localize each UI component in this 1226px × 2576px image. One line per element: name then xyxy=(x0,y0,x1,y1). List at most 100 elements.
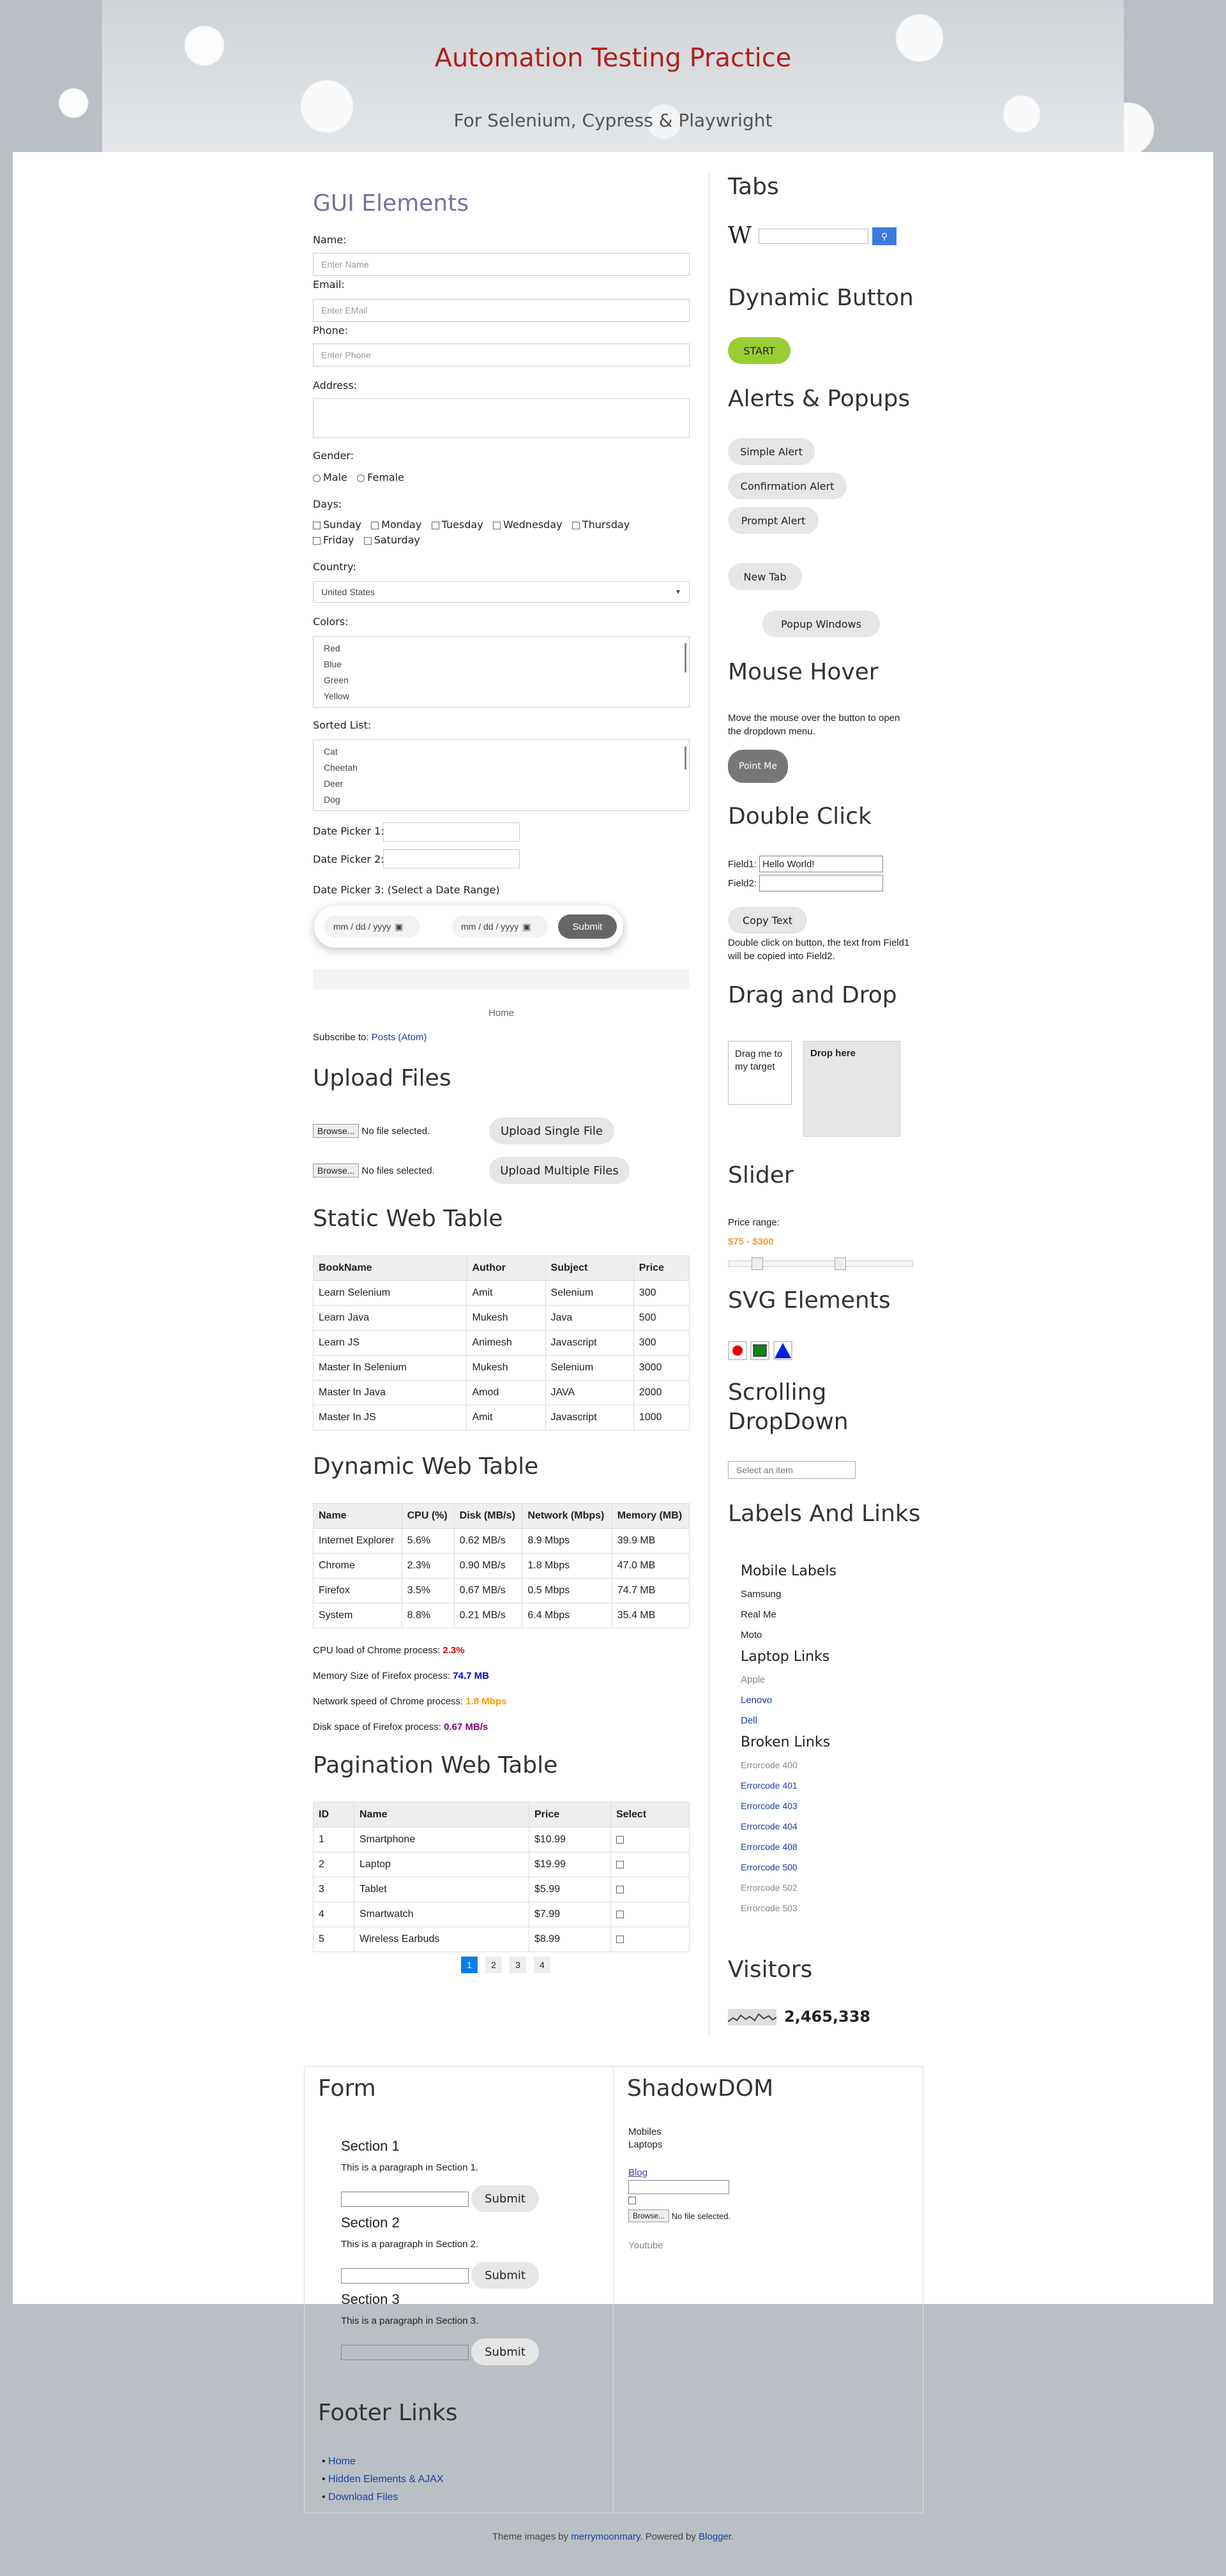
posts-atom-link[interactable]: Posts (Atom) xyxy=(372,1032,427,1043)
row-select-checkbox[interactable] xyxy=(616,1835,624,1844)
phone-input[interactable]: Enter Phone xyxy=(313,344,690,367)
list-item[interactable]: Blue xyxy=(314,656,689,672)
browse-button[interactable]: Browse... xyxy=(628,2209,670,2222)
upload-multiple-files-button[interactable]: Upload Multiple Files xyxy=(489,1157,630,1184)
laptop-link-lenovo[interactable]: Lenovo xyxy=(741,1695,772,1706)
table-cell xyxy=(610,1852,690,1877)
upload-single-file-button[interactable]: Upload Single File xyxy=(489,1118,614,1144)
page-1-button[interactable]: 1 xyxy=(461,1957,478,1973)
row-select-checkbox[interactable] xyxy=(616,1885,624,1893)
browse-button[interactable]: Browse... xyxy=(313,1124,359,1138)
red-circle-icon[interactable] xyxy=(732,1345,743,1356)
shadow-file-input[interactable]: Browse... No file selected. xyxy=(628,2209,730,2222)
section-1-input[interactable] xyxy=(341,2192,469,2207)
thursday-checkbox[interactable] xyxy=(571,521,580,529)
shadow-youtube-link[interactable]: Youtube xyxy=(628,2240,663,2251)
laptop-link-dell[interactable]: Dell xyxy=(741,1715,757,1726)
row-select-checkbox[interactable] xyxy=(616,1860,624,1868)
field1-input[interactable]: Hello World! xyxy=(759,856,884,872)
green-rectangle-icon[interactable] xyxy=(753,1344,767,1357)
footer-blogger-link[interactable]: Blogger xyxy=(699,2531,731,2542)
shadow-text-input[interactable] xyxy=(628,2180,729,2194)
section-3-submit-button[interactable]: Submit xyxy=(471,2338,539,2365)
field2-input[interactable] xyxy=(759,875,884,891)
row-select-checkbox[interactable] xyxy=(616,1935,624,1943)
popup-windows-button[interactable]: Popup Windows xyxy=(762,610,880,637)
page-2-button[interactable]: 2 xyxy=(485,1957,502,1973)
address-textarea[interactable] xyxy=(313,398,690,438)
list-item[interactable]: Red xyxy=(314,640,689,656)
list-item[interactable]: Cheetah xyxy=(314,760,689,776)
page-3-button[interactable]: 3 xyxy=(510,1957,526,1973)
friday-checkbox[interactable] xyxy=(313,536,321,545)
tuesday-checkbox[interactable] xyxy=(431,521,439,529)
site-title[interactable]: Automation Testing Practice xyxy=(102,43,1124,73)
scrollbar[interactable] xyxy=(685,746,686,769)
table-cell: 39.9 MB xyxy=(611,1528,690,1554)
start-date-input[interactable]: mm / dd / yyyy ▣ xyxy=(324,916,420,937)
slider-handle-min[interactable] xyxy=(752,1257,763,1270)
broken-link[interactable]: Errorcode 404 xyxy=(741,1821,798,1831)
name-input[interactable]: Enter Name xyxy=(313,253,690,276)
animals-listbox[interactable]: Cat Cheetah Deer Dog xyxy=(313,739,690,811)
female-radio[interactable] xyxy=(357,474,365,482)
footer-link-download-files[interactable]: Download Files xyxy=(328,2492,398,2503)
shadow-blog-link[interactable]: Blog xyxy=(628,2167,647,2178)
section-1-submit-button[interactable]: Submit xyxy=(471,2185,539,2212)
colors-listbox[interactable]: Red Blue Green Yellow xyxy=(313,636,690,708)
point-me-button[interactable]: Point Me xyxy=(728,750,788,783)
page-4-button[interactable]: 4 xyxy=(534,1957,550,1973)
home-link[interactable]: Home xyxy=(313,1008,690,1019)
slider-handle-max[interactable] xyxy=(835,1257,846,1270)
broken-link[interactable]: Errorcode 408 xyxy=(741,1842,798,1852)
broken-link[interactable]: Errorcode 502 xyxy=(741,1883,798,1893)
date-picker-2-input[interactable] xyxy=(383,849,520,868)
copy-text-button[interactable]: Copy Text xyxy=(728,907,807,934)
end-date-input[interactable]: mm / dd / yyyy ▣ xyxy=(452,916,548,937)
start-button[interactable]: START xyxy=(728,337,791,364)
list-item[interactable]: Deer xyxy=(314,776,689,792)
monday-checkbox[interactable] xyxy=(371,521,379,529)
sunday-checkbox[interactable] xyxy=(313,521,321,529)
list-item[interactable]: Cat xyxy=(314,744,689,760)
broken-link[interactable]: Errorcode 500 xyxy=(741,1862,798,1872)
shadow-checkbox[interactable] xyxy=(628,2197,636,2204)
slider-track[interactable] xyxy=(728,1257,913,1270)
search-icon[interactable]: ⚲ xyxy=(872,227,897,245)
footer-author-link[interactable]: merrymoonmary xyxy=(571,2531,640,2542)
scrolling-dropdown-input[interactable]: Select an item xyxy=(728,1461,856,1479)
footer-link-home[interactable]: Home xyxy=(328,2456,356,2467)
draggable-box[interactable]: Drag me to my target xyxy=(728,1041,792,1105)
section-3-input[interactable] xyxy=(341,2345,469,2360)
scrollbar[interactable] xyxy=(685,643,686,672)
simple-alert-button[interactable]: Simple Alert xyxy=(728,438,815,465)
confirmation-alert-button[interactable]: Confirmation Alert xyxy=(728,473,847,499)
wednesday-checkbox[interactable] xyxy=(492,521,501,529)
browse-button[interactable]: Browse... xyxy=(313,1163,359,1178)
broken-link[interactable]: Errorcode 400 xyxy=(741,1760,798,1770)
date-picker-1-input[interactable] xyxy=(383,822,520,842)
prompt-alert-button[interactable]: Prompt Alert xyxy=(728,507,819,534)
male-radio[interactable] xyxy=(313,474,321,482)
list-item[interactable]: Green xyxy=(314,672,689,688)
list-item[interactable]: Dog xyxy=(314,792,689,808)
list-item[interactable]: Yellow xyxy=(314,688,689,704)
country-select[interactable]: United States ▼ xyxy=(313,581,690,603)
date-range-submit-button[interactable]: Submit xyxy=(558,914,617,939)
laptop-link-apple[interactable]: Apple xyxy=(741,1674,765,1685)
row-select-checkbox[interactable] xyxy=(616,1910,624,1918)
section-2-input[interactable] xyxy=(341,2268,469,2284)
email-input[interactable]: Enter EMail xyxy=(313,299,690,322)
table-cell: 1000 xyxy=(633,1405,690,1430)
broken-link[interactable]: Errorcode 401 xyxy=(741,1780,798,1791)
new-tab-button[interactable]: New Tab xyxy=(728,563,802,590)
section-2-submit-button[interactable]: Submit xyxy=(471,2262,539,2289)
droppable-box[interactable]: Drop here xyxy=(803,1041,900,1137)
multiple-file-input[interactable]: Browse... No files selected. xyxy=(313,1163,435,1178)
saturday-checkbox[interactable] xyxy=(363,536,372,545)
wikipedia-search-input[interactable] xyxy=(759,229,868,244)
broken-link[interactable]: Errorcode 403 xyxy=(741,1801,798,1811)
footer-link-hidden-elements[interactable]: Hidden Elements & AJAX xyxy=(328,2474,444,2485)
broken-link[interactable]: Errorcode 503 xyxy=(741,1903,798,1913)
single-file-input[interactable]: Browse... No file selected. xyxy=(313,1124,430,1138)
